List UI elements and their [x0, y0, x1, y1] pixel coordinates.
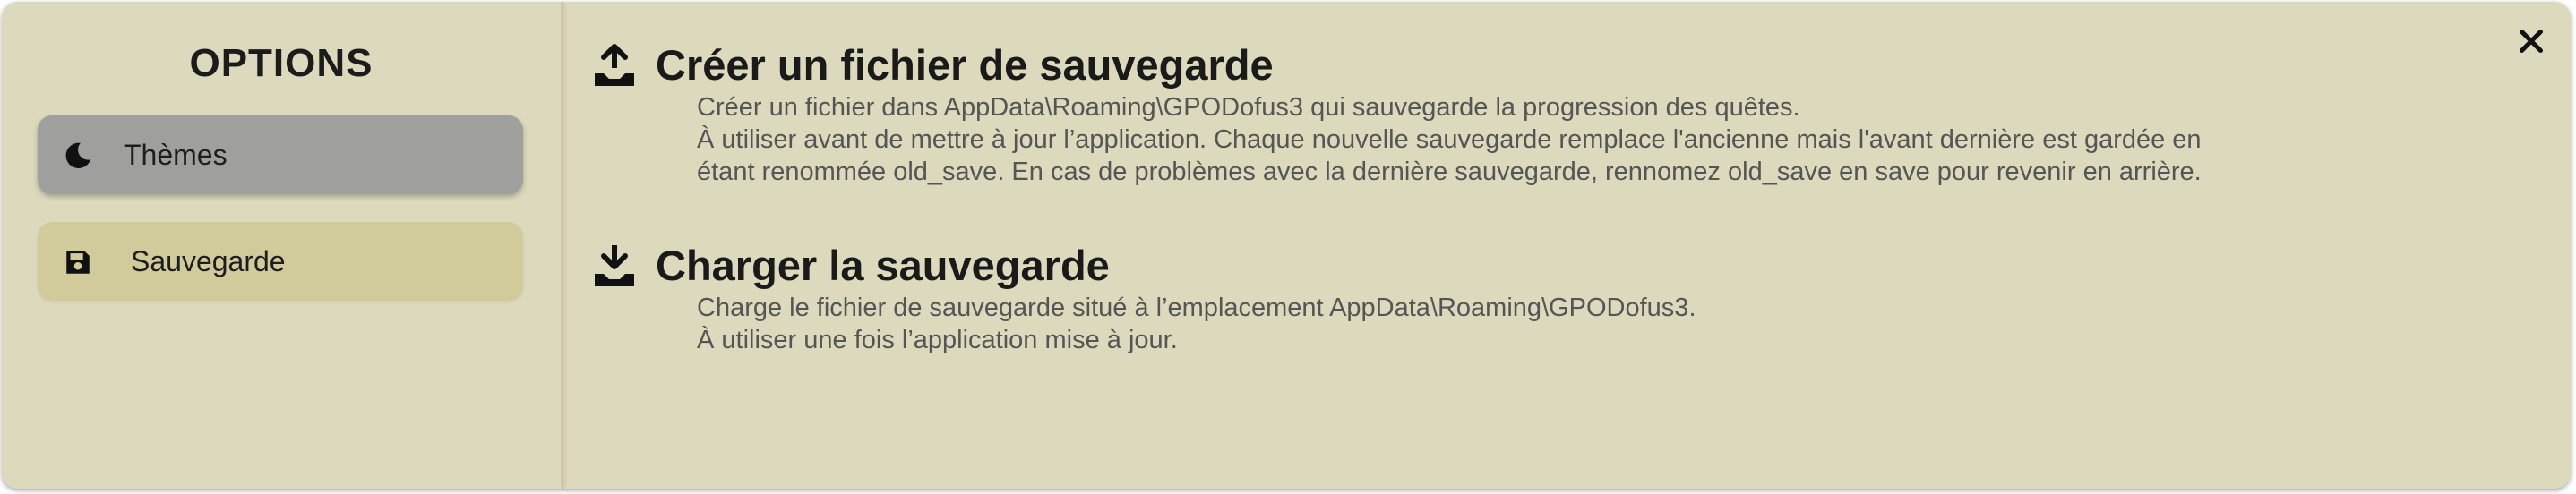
load-backup-description: Charge le fichier de sauvegarde situé à … — [697, 292, 1696, 356]
close-icon[interactable] — [2515, 25, 2547, 57]
description-line: À utiliser avant de mettre à jour l’appl… — [697, 125, 2202, 154]
sidebar-title: OPTIONS — [189, 41, 374, 85]
upload-icon[interactable] — [593, 41, 636, 88]
description-line: Charge le fichier de sauvegarde situé à … — [697, 294, 1696, 322]
options-dialog: OPTIONS Thèmes Sauvegarde Créer un fichi… — [2, 2, 2571, 489]
create-backup-description: Créer un fichier dans AppData\Roaming\GP… — [697, 91, 2202, 188]
create-backup-title[interactable]: Créer un fichier de sauvegarde — [656, 40, 1274, 89]
moon-icon — [65, 142, 91, 169]
sidebar-item-label: Sauvegarde — [131, 244, 286, 277]
sidebar-item-label: Thèmes — [124, 138, 228, 171]
download-icon[interactable] — [593, 242, 636, 288]
description-line: À utiliser une fois l’application mise à… — [697, 326, 1178, 354]
description-line: Créer un fichier dans AppData\Roaming\GP… — [697, 93, 1800, 122]
load-backup-section: Charger la sauvegarde Charge le fichier … — [593, 238, 1696, 356]
create-backup-section: Créer un fichier de sauvegarde Créer un … — [593, 38, 2202, 188]
load-backup-title[interactable]: Charger la sauvegarde — [656, 241, 1110, 290]
sidebar-item-sauvegarde[interactable]: Sauvegarde — [38, 222, 523, 301]
sidebar-item-themes[interactable]: Thèmes — [38, 115, 523, 194]
options-sidebar: OPTIONS Thèmes Sauvegarde — [2, 2, 563, 489]
description-line: étant renommée old_save. En cas de probl… — [697, 158, 2202, 186]
floppy-disk-icon — [66, 251, 90, 274]
